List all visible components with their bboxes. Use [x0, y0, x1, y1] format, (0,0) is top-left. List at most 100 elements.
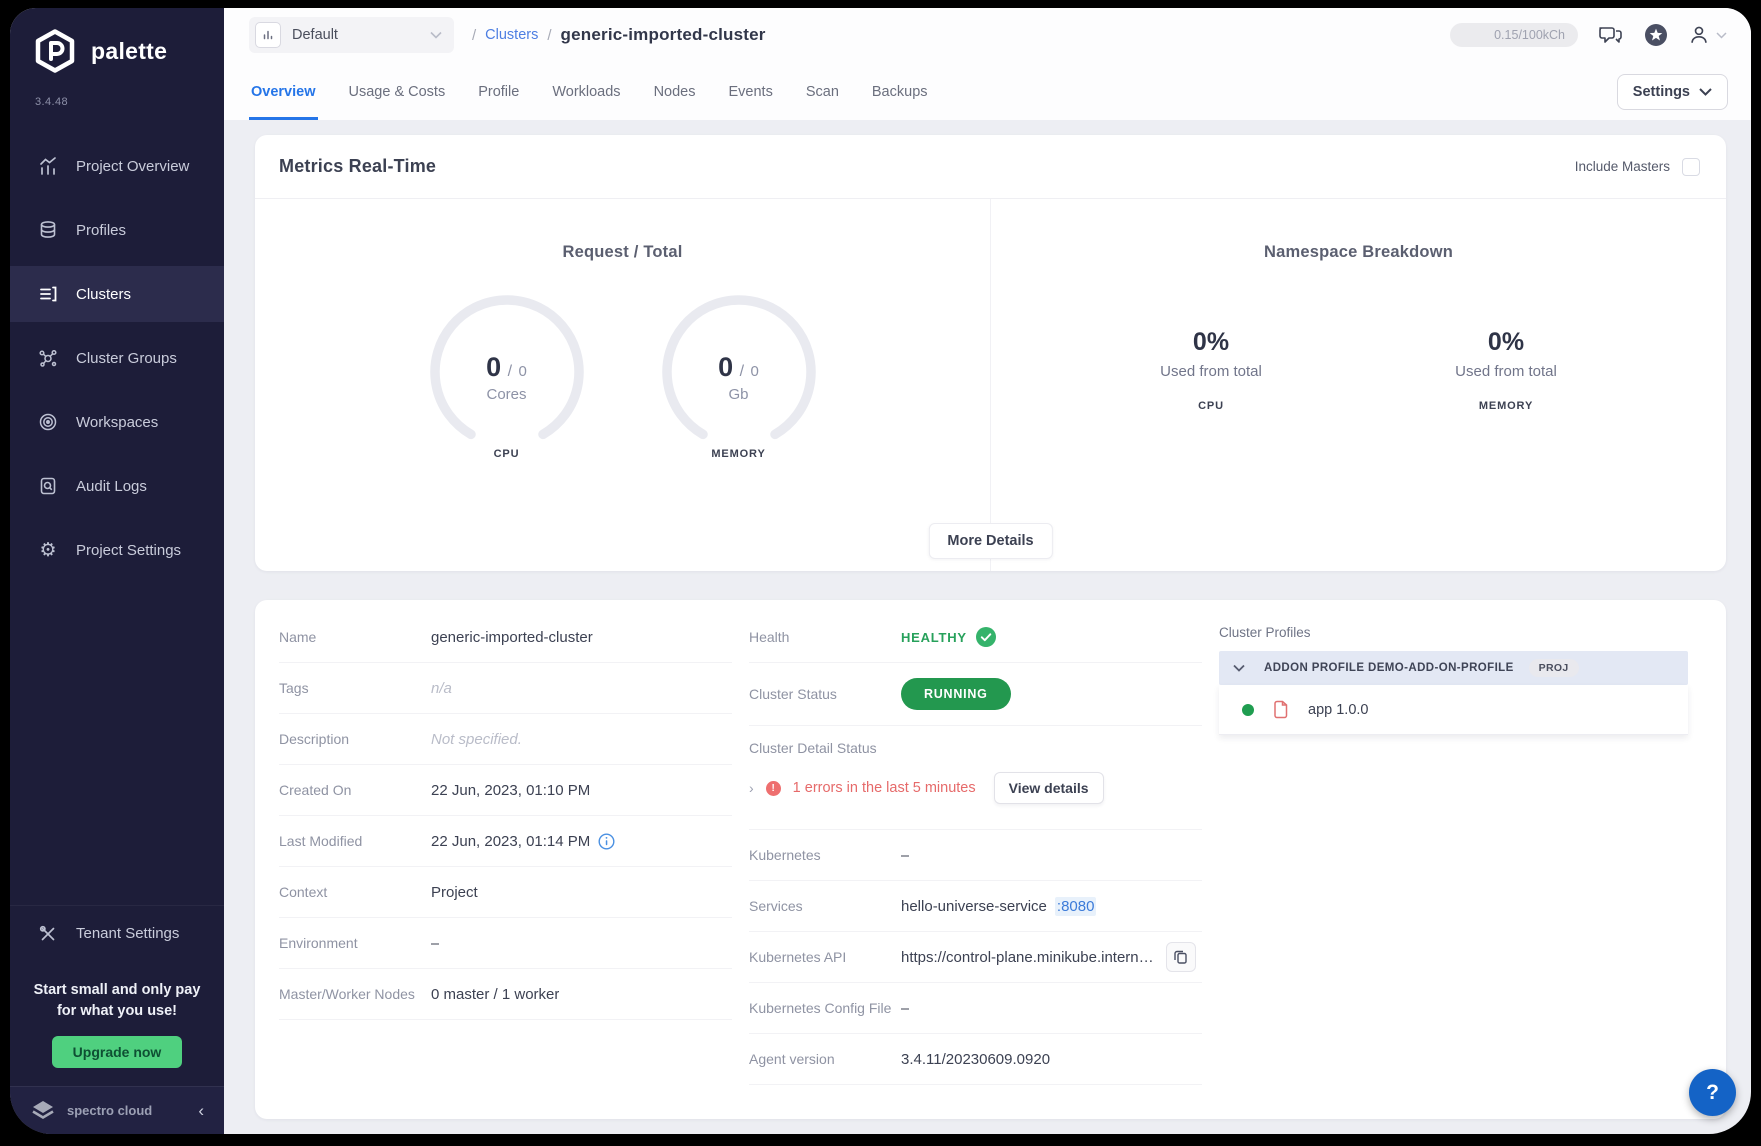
sidebar-item-project-overview[interactable]: Project Overview [10, 138, 224, 194]
gauge-separator: / [508, 363, 512, 380]
namespace-breakdown-section: Namespace Breakdown 0% Used from total C… [991, 199, 1726, 571]
chevron-down-icon [430, 31, 442, 39]
user-menu[interactable] [1688, 24, 1727, 46]
stat-value: 0% [1193, 328, 1229, 357]
project-overview-icon [37, 155, 59, 177]
tab-scan[interactable]: Scan [804, 84, 841, 120]
tabs-row: Overview Usage & Costs Profile Workloads… [224, 62, 1751, 120]
tab-nodes[interactable]: Nodes [652, 84, 698, 120]
tab-events[interactable]: Events [726, 84, 774, 120]
settings-button[interactable]: Settings [1617, 74, 1728, 110]
detail-row-last-modified: Last Modified 22 Jun, 2023, 01:14 PM [279, 816, 732, 867]
tab-workloads[interactable]: Workloads [550, 84, 622, 120]
sidebar-bottom: Tenant Settings Start small and only pay… [10, 905, 224, 1134]
gear-icon: ⚙ [37, 539, 59, 561]
sidebar-item-profiles[interactable]: Profiles [10, 202, 224, 258]
detail-value: Not specified. [431, 731, 522, 748]
project-selector-value: Default [292, 27, 338, 43]
detail-value: – [901, 847, 909, 864]
detail-value: Project [431, 884, 478, 901]
app-name: palette [91, 38, 167, 65]
tab-overview[interactable]: Overview [249, 84, 318, 120]
brand-bar: spectro cloud ‹ [10, 1086, 224, 1134]
include-masters-checkbox[interactable] [1682, 158, 1700, 176]
profile-group-label: ADDON PROFILE DEMO-ADD-ON-PROFILE [1264, 662, 1514, 674]
detail-label: Created On [279, 782, 431, 798]
profile-group-header[interactable]: ADDON PROFILE DEMO-ADD-ON-PROFILE PROJ [1219, 651, 1688, 685]
detail-value: – [431, 935, 439, 952]
view-details-button[interactable]: View details [994, 772, 1104, 804]
tab-backups[interactable]: Backups [870, 84, 930, 120]
include-masters-control: Include Masters [1575, 158, 1700, 176]
detail-label: Environment [279, 935, 431, 951]
error-summary-row: › ! 1 errors in the last 5 minutes View … [749, 772, 1202, 804]
service-name: hello-universe-service [901, 898, 1047, 915]
cluster-profiles-title: Cluster Profiles [1219, 625, 1688, 640]
detail-value: 22 Jun, 2023, 01:10 PM [431, 782, 590, 799]
help-button[interactable]: ? [1689, 1069, 1736, 1116]
project-selector[interactable]: Default [249, 17, 454, 53]
chat-icon[interactable] [1598, 24, 1624, 46]
health-row: Health HEALTHY [749, 612, 1202, 663]
detail-row-context: Context Project [279, 867, 732, 918]
detail-label: Kubernetes [749, 847, 901, 863]
request-total-section: Request / Total 0 / [255, 199, 991, 571]
detail-value: 22 Jun, 2023, 01:14 PM [431, 833, 590, 850]
tab-usage-costs[interactable]: Usage & Costs [347, 84, 448, 120]
stat-caption: MEMORY [1479, 400, 1533, 412]
sidebar-item-cluster-groups[interactable]: Cluster Groups [10, 330, 224, 386]
breadcrumb-separator: / [547, 27, 551, 44]
sidebar-nav: Project Overview Profiles [10, 138, 224, 586]
sidebar-item-label: Cluster Groups [76, 350, 177, 367]
detail-value: generic-imported-cluster [431, 629, 593, 646]
namespace-title: Namespace Breakdown [1264, 243, 1453, 262]
breadcrumb-separator: / [472, 27, 476, 44]
page-title: generic-imported-cluster [561, 25, 766, 45]
tab-profile[interactable]: Profile [476, 84, 521, 120]
detail-row-master-worker: Master/Worker Nodes 0 master / 1 worker [279, 969, 732, 1020]
sidebar-item-clusters[interactable]: Clusters [10, 266, 224, 322]
cluster-tabs: Overview Usage & Costs Profile Workloads… [249, 84, 930, 120]
profile-pack-row[interactable]: app 1.0.0 [1219, 685, 1688, 735]
detail-label: Health [749, 629, 901, 645]
copy-icon[interactable] [1166, 942, 1196, 972]
profiles-icon [37, 219, 59, 241]
cluster-detail-status-block: Cluster Detail Status › ! 1 errors in th… [749, 726, 1202, 830]
cluster-profiles-panel: Cluster Profiles ADDON PROFILE DEMO-ADD-… [1219, 612, 1688, 1119]
cluster-details-card: Name generic-imported-cluster Tags n/a D… [255, 600, 1726, 1119]
upgrade-now-button[interactable]: Upgrade now [52, 1036, 183, 1068]
error-dot-icon: ! [766, 781, 781, 796]
service-port-link[interactable]: :8080 [1055, 897, 1097, 916]
collapse-sidebar-icon[interactable]: ‹ [198, 1101, 204, 1121]
star-circle-icon[interactable] [1644, 23, 1668, 47]
sidebar-item-label: Profiles [76, 222, 126, 239]
gauge-total: 0 [519, 363, 527, 380]
pack-status-dot [1242, 704, 1254, 716]
chevron-down-icon [1699, 88, 1712, 96]
sidebar-item-audit-logs[interactable]: Audit Logs [10, 458, 224, 514]
detail-label: Description [279, 731, 431, 747]
detail-value: n/a [431, 680, 452, 697]
sidebar-item-tenant-settings[interactable]: Tenant Settings [10, 906, 224, 962]
detail-row-environment: Environment – [279, 918, 732, 969]
chevron-right-icon[interactable]: › [749, 780, 754, 796]
breadcrumb-clusters-link[interactable]: Clusters [485, 27, 538, 43]
namespace-memory-stat: 0% Used from total MEMORY [1421, 328, 1591, 412]
detail-value: 0 master / 1 worker [431, 986, 559, 1003]
details-left-column: Name generic-imported-cluster Tags n/a D… [279, 612, 732, 1119]
memory-gauge: 0 / 0 Gb MEMORY [659, 292, 819, 460]
metrics-card-header: Metrics Real-Time Include Masters [255, 135, 1726, 199]
chevron-down-icon [1233, 664, 1245, 672]
sidebar-item-project-settings[interactable]: ⚙ Project Settings [10, 522, 224, 578]
kubernetes-api-row: Kubernetes API https://control-plane.min… [749, 932, 1202, 983]
detail-value: 3.4.11/20230609.0920 [901, 1051, 1050, 1068]
window-frame: palette 3.4.48 Project Overview [0, 0, 1761, 1146]
running-status-badge: RUNNING [901, 678, 1011, 710]
sidebar-item-label: Workspaces [76, 414, 158, 431]
clusters-icon [37, 283, 59, 305]
more-details-button[interactable]: More Details [928, 523, 1052, 559]
gauge-used: 0 [718, 352, 733, 382]
info-icon[interactable] [598, 833, 615, 850]
detail-value: – [901, 1000, 909, 1017]
sidebar-item-workspaces[interactable]: Workspaces [10, 394, 224, 450]
